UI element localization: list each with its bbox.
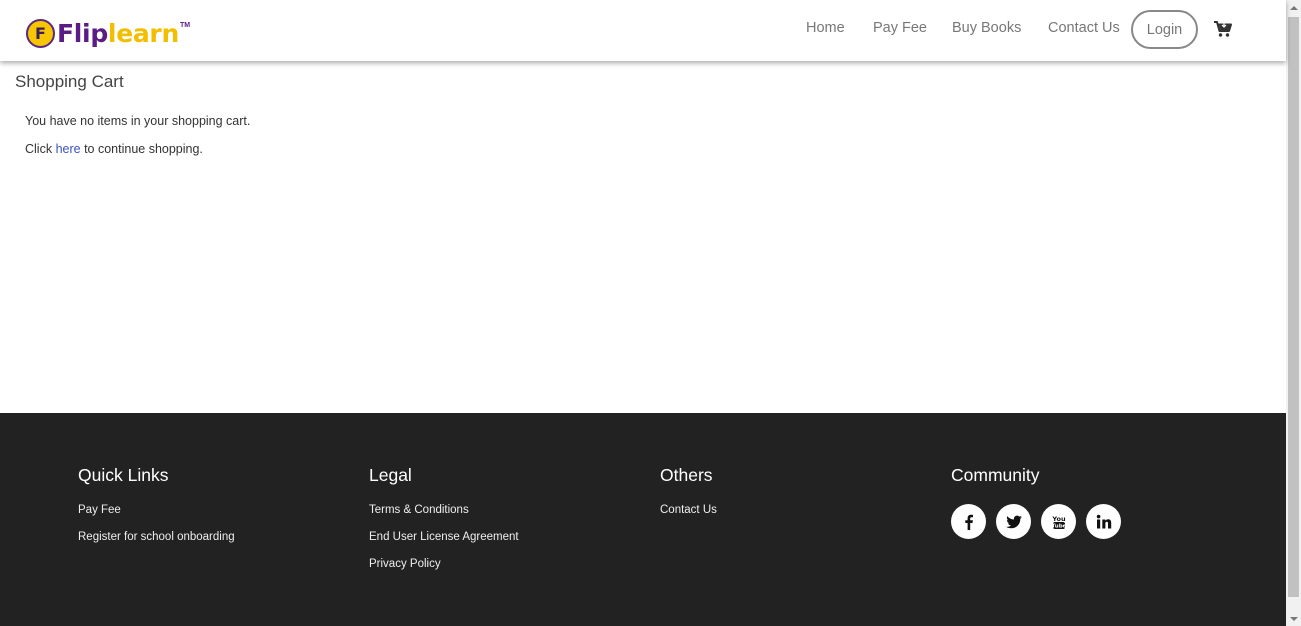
fliplearn-logo[interactable]: F Fliplearn TM <box>26 18 190 48</box>
nav-buy-books[interactable]: Buy Books <box>952 20 1021 36</box>
logo-text-learn: learn <box>107 18 179 48</box>
scroll-down-arrow-icon[interactable] <box>1286 611 1301 626</box>
empty-cart-message: You have no items in your shopping cart. <box>25 114 251 128</box>
footer-quick-links: Quick Links Pay Fee Register for school … <box>78 465 235 558</box>
svg-text:Tube: Tube <box>1051 523 1066 529</box>
vertical-scrollbar[interactable] <box>1286 0 1301 626</box>
footer-link-register-school[interactable]: Register for school onboarding <box>78 531 235 543</box>
footer-link-pay-fee[interactable]: Pay Fee <box>78 504 235 516</box>
logo-trademark: TM <box>179 22 191 29</box>
footer-community: Community You Tube <box>951 465 1121 539</box>
svg-text:You: You <box>1051 515 1066 523</box>
footer-link-terms[interactable]: Terms & Conditions <box>369 504 519 516</box>
logo-text-flip: Flip <box>57 18 108 48</box>
logo-text: Fliplearn <box>57 19 179 48</box>
shopping-cart-icon[interactable] <box>1213 19 1233 39</box>
logo-badge-icon: F <box>26 18 55 48</box>
footer-quick-links-heading: Quick Links <box>78 465 169 485</box>
continue-shopping-link[interactable]: here <box>56 142 81 156</box>
footer-link-eula[interactable]: End User License Agreement <box>369 531 519 543</box>
footer-legal: Legal Terms & Conditions End User Licens… <box>369 465 519 585</box>
social-links: You Tube <box>951 504 1121 539</box>
footer-legal-heading: Legal <box>369 465 412 485</box>
nav-contact-us[interactable]: Contact Us <box>1048 20 1120 36</box>
scrollbar-thumb[interactable] <box>1288 17 1299 597</box>
footer-others: Others Contact Us <box>660 465 717 531</box>
nav-pay-fee[interactable]: Pay Fee <box>873 20 927 36</box>
footer-community-heading: Community <box>951 465 1040 485</box>
logo-badge-letter: F <box>35 23 46 43</box>
page: F Fliplearn TM Home Pay Fee Buy Books Co… <box>0 0 1286 626</box>
page-title: Shopping Cart <box>15 72 124 91</box>
footer-link-contact-us[interactable]: Contact Us <box>660 504 717 516</box>
scroll-up-arrow-icon[interactable] <box>1286 0 1301 15</box>
youtube-icon[interactable]: You Tube <box>1041 504 1076 539</box>
login-button[interactable]: Login <box>1131 10 1198 49</box>
continue-shopping-line: Click here to continue shopping. <box>25 142 203 156</box>
footer-link-privacy[interactable]: Privacy Policy <box>369 558 519 570</box>
site-header: F Fliplearn TM Home Pay Fee Buy Books Co… <box>0 0 1286 61</box>
continue-prefix: Click <box>25 142 56 156</box>
continue-suffix: to continue shopping. <box>80 142 203 156</box>
site-footer: Quick Links Pay Fee Register for school … <box>0 413 1286 626</box>
twitter-icon[interactable] <box>996 504 1031 539</box>
linkedin-icon[interactable] <box>1086 504 1121 539</box>
facebook-icon[interactable] <box>951 504 986 539</box>
footer-others-heading: Others <box>660 465 713 485</box>
nav-home[interactable]: Home <box>806 20 845 36</box>
